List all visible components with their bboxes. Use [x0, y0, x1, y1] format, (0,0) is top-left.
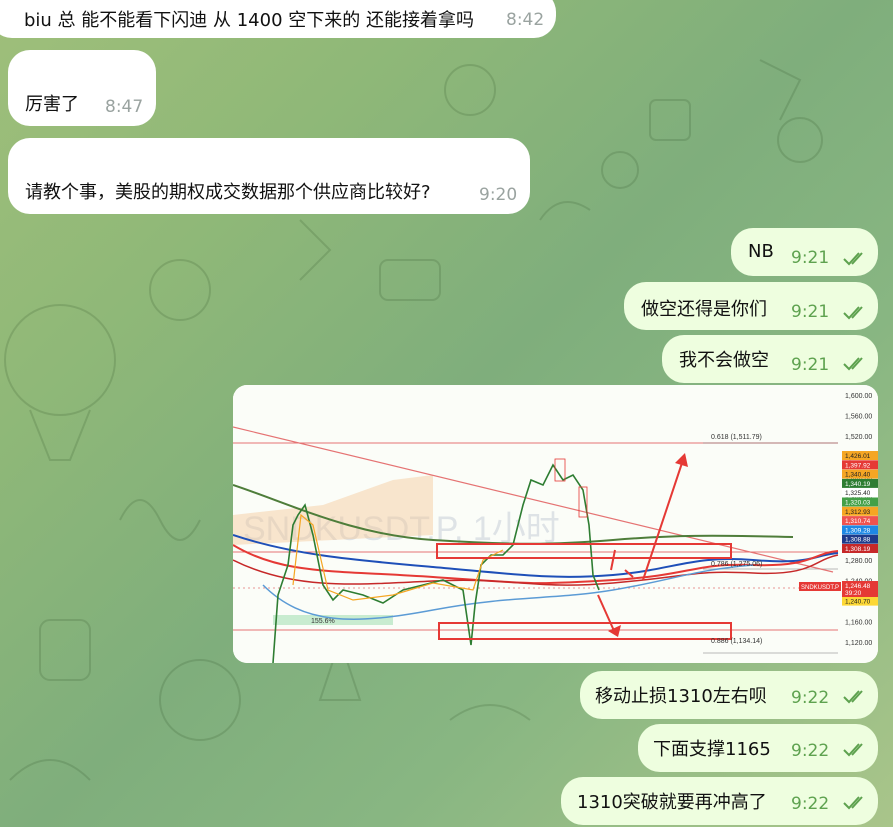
message-time: 9:22 [791, 741, 830, 761]
price-tag-label: 1,310.74 [845, 518, 871, 525]
message-time: 8:47 [105, 97, 144, 117]
price-tag-label: 1,312.93 [845, 509, 871, 516]
y-axis-tick-label: 1,120.00 [845, 640, 872, 647]
message-bubble-outgoing[interactable]: 下面支撑1165 9:22 [638, 724, 878, 772]
price-tag-label: 1,240.70 [845, 599, 871, 606]
message-text: 移动止损1310左右呗 [595, 686, 767, 707]
message-bubble-outgoing[interactable]: 移动止损1310左右呗 9:22 [580, 671, 878, 719]
price-tag-label: 1,397.92 [845, 462, 871, 469]
message-text: 厉害了 [25, 94, 79, 115]
fib-label: 0.886 (1,134.14) [711, 638, 762, 645]
price-tag-label: 1,340.40 [845, 472, 871, 479]
message-bubble-outgoing[interactable]: 我不会做空 9:21 [662, 335, 878, 383]
message-bubble-incoming[interactable]: 厉害了 8:47 [8, 50, 156, 126]
chart-image-message[interactable]: SNDKUSDT.P, 1小时 155.6% 0.618 (1,511.79) … [233, 385, 878, 663]
y-axis-tick-label: 1,520.00 [845, 434, 872, 441]
double-check-icon [843, 357, 863, 371]
double-check-icon [843, 252, 863, 266]
message-text: biu 总 能不能看下闪迪 从 1400 空下来的 还能接着拿吗 [24, 10, 474, 31]
fib-label: 0.618 (1,511.79) [711, 434, 762, 441]
symbol-tag: SNDKUSDT.P [801, 585, 839, 591]
fib-label: 0.786 (1,275.06) [711, 561, 762, 568]
message-time: 9:22 [791, 688, 830, 708]
message-text: 请教个事，美股的期权成交数据那个供应商比较好? [25, 182, 431, 203]
price-tag-label: 1,308.19 [845, 546, 871, 553]
message-time: 9:21 [791, 302, 830, 322]
message-time: 9:22 [791, 794, 830, 814]
price-tag-label: 1,308.88 [845, 537, 871, 544]
message-time: 8:42 [506, 10, 545, 30]
message-text: 做空还得是你们 [641, 299, 767, 320]
message-time: 9:21 [791, 248, 830, 268]
message-bubble-outgoing[interactable]: 1310突破就要再冲高了 9:22 [561, 777, 878, 825]
message-bubble-incoming[interactable]: 请教个事，美股的期权成交数据那个供应商比较好? 9:20 [8, 138, 530, 214]
message-time: 9:21 [791, 355, 830, 375]
message-bubble-outgoing[interactable]: 做空还得是你们 9:21 [624, 282, 878, 330]
double-check-icon [843, 306, 863, 320]
message-text: 下面支撑1165 [653, 739, 771, 760]
countdown-label: 39:20 [845, 590, 862, 597]
double-check-icon [843, 743, 863, 757]
y-axis-tick-label: 1,560.00 [845, 414, 872, 421]
message-time: 9:20 [479, 185, 518, 205]
current-price-label: 1,246.48 [845, 583, 871, 590]
message-text: NB [748, 241, 774, 262]
price-tag-label: 1,325.40 [845, 490, 871, 497]
message-text: 1310突破就要再冲高了 [577, 792, 767, 813]
price-tag-label: 1,309.28 [845, 527, 871, 534]
y-axis-tick-label: 1,600.00 [845, 393, 872, 400]
y-axis-tick-label: 1,160.00 [845, 620, 872, 627]
volume-label: 155.6% [311, 618, 335, 625]
y-axis-tick-label: 1,280.00 [845, 558, 872, 565]
price-tag-label: 1,340.19 [845, 481, 871, 488]
price-tag-label: 1,426.01 [845, 453, 871, 460]
double-check-icon [843, 690, 863, 704]
double-check-icon [843, 796, 863, 810]
message-text: 我不会做空 [679, 350, 769, 371]
message-bubble-outgoing[interactable]: NB 9:21 [731, 228, 878, 276]
price-tag-label: 1,320.03 [845, 500, 871, 507]
message-bubble-incoming[interactable]: biu 总 能不能看下闪迪 从 1400 空下来的 还能接着拿吗 8:42 [0, 0, 556, 38]
trading-chart-image: SNDKUSDT.P, 1小时 155.6% 0.618 (1,511.79) … [233, 385, 878, 663]
